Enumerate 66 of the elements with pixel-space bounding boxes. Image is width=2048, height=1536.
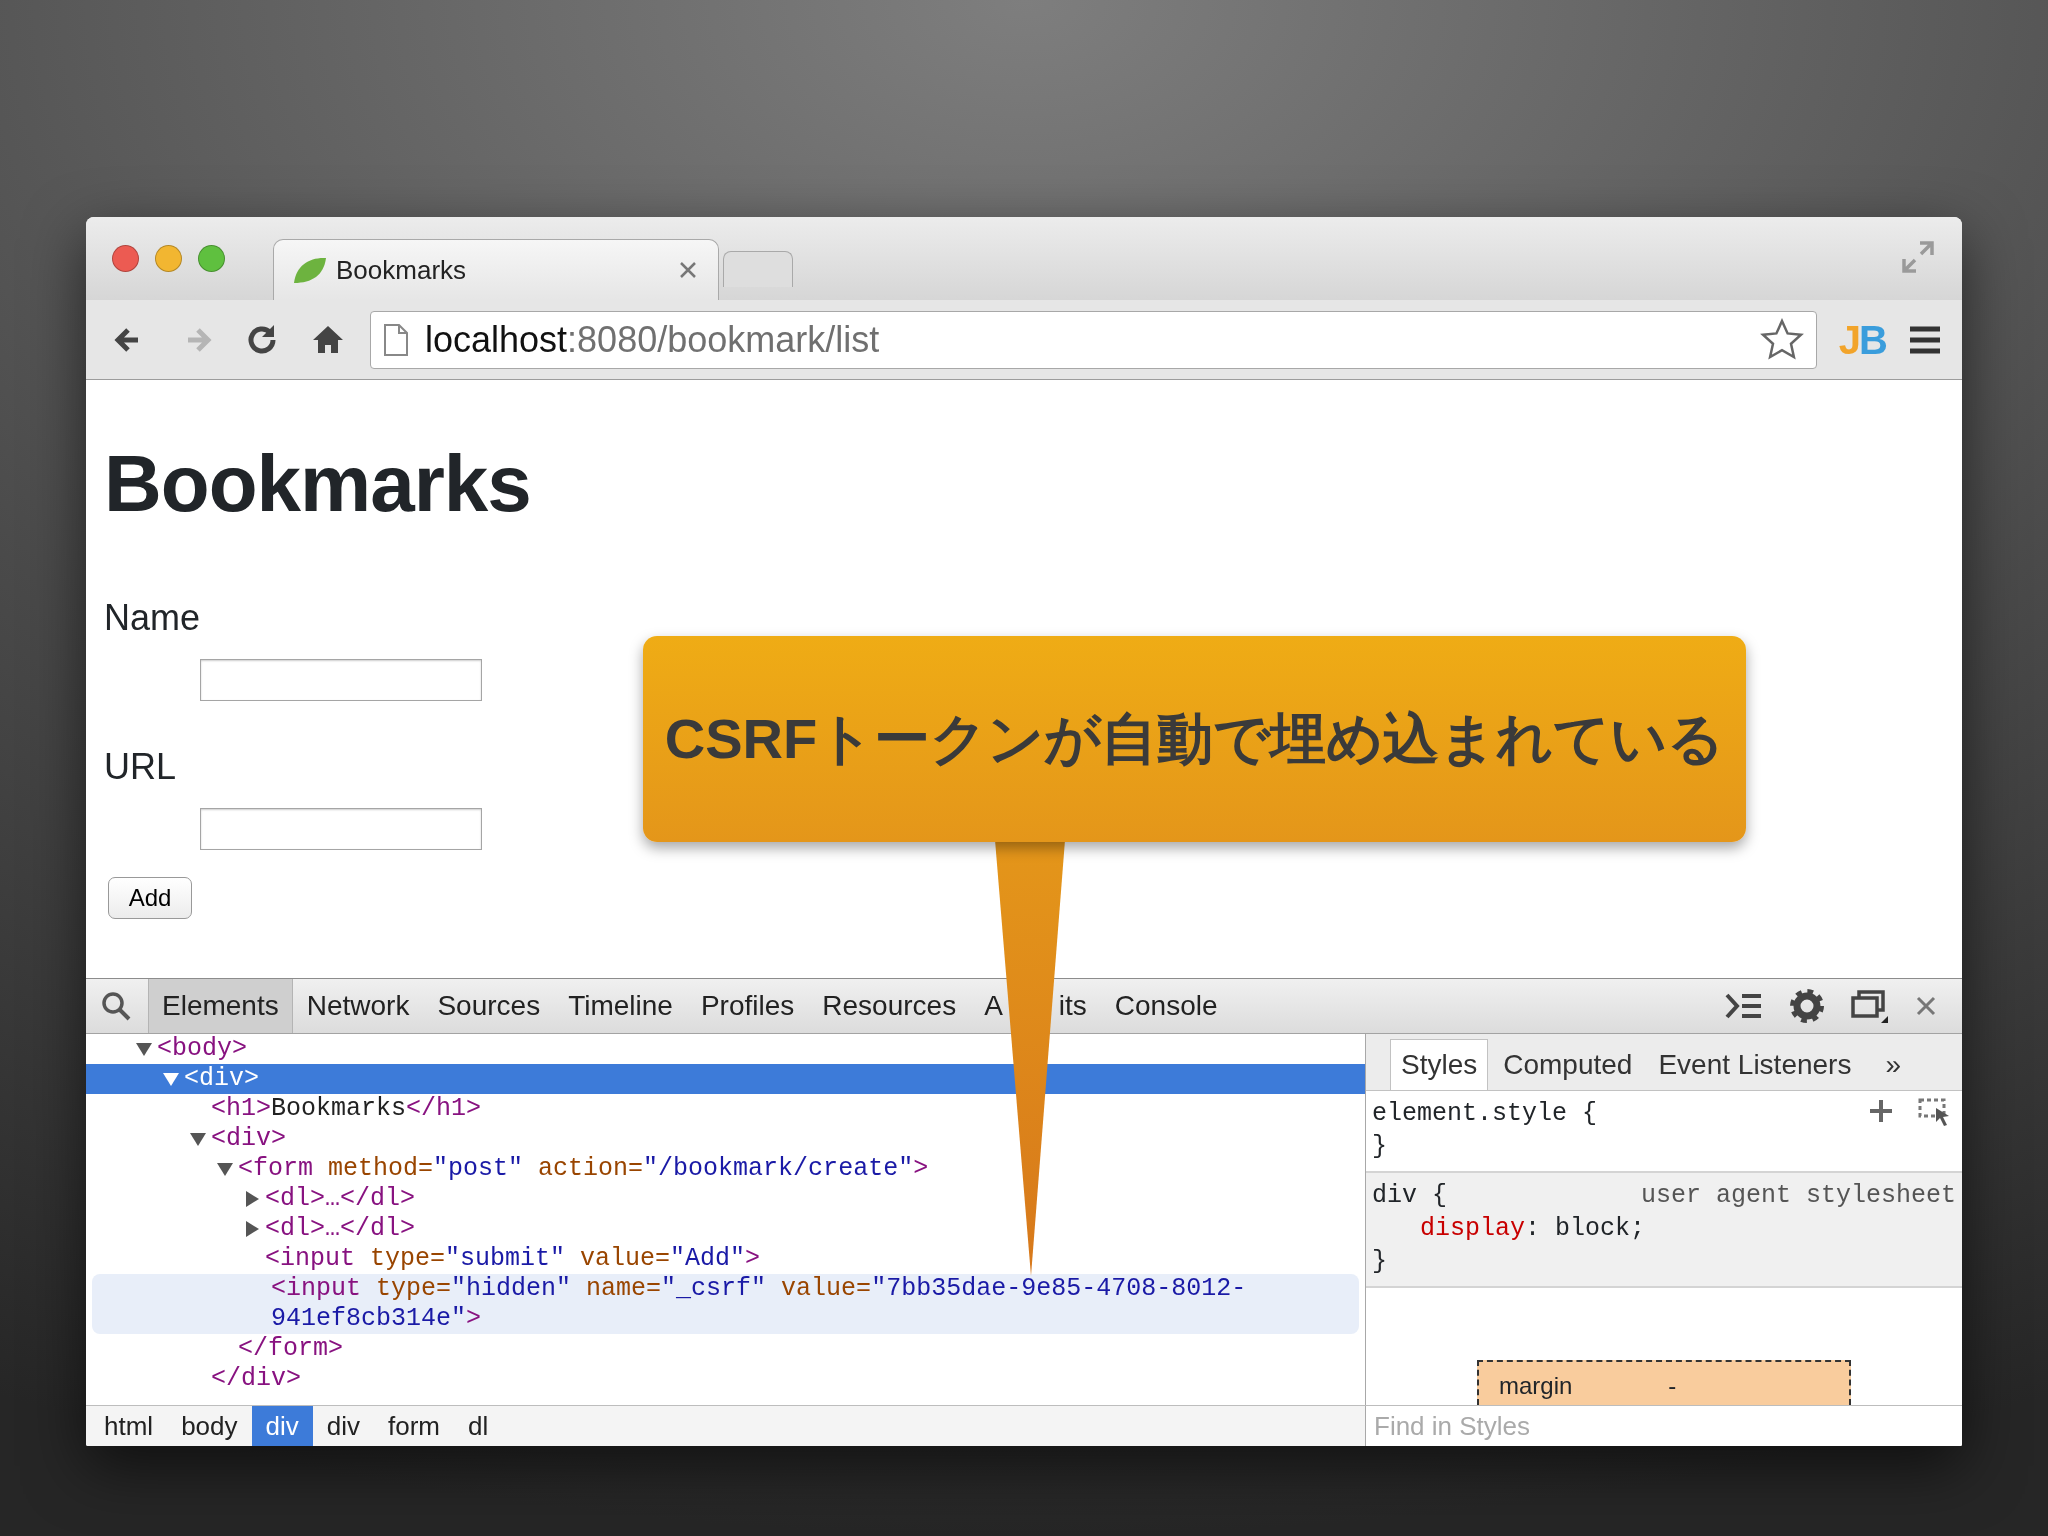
code-line: <div>: [184, 1064, 260, 1094]
field-label: URL: [104, 745, 177, 789]
console-drawer-icon[interactable]: [1724, 991, 1764, 1021]
leaf-icon: [292, 255, 328, 285]
close-icon[interactable]: [678, 260, 698, 280]
breadcrumb[interactable]: div: [251, 1406, 313, 1446]
rule-selector: div {: [1372, 1180, 1447, 1212]
code-line: <input type="hidden" name="_csrf" value="7bb35dae-9e85-4708-8012-941ef8cb314e">: [271, 1274, 1248, 1334]
input-field[interactable]: [200, 808, 482, 850]
dock-icon[interactable]: [1850, 988, 1890, 1024]
devtools-tab[interactable]: A its: [970, 979, 1101, 1033]
code-line: <h1>Bookmarks</h1>: [211, 1094, 483, 1124]
collapsed-triangle-icon[interactable]: [245, 1191, 259, 1207]
breadcrumb[interactable]: form: [374, 1406, 454, 1446]
zoom-window-button[interactable]: [198, 245, 225, 272]
code-line: </div>: [211, 1364, 302, 1394]
code-line: <form method="post" action="/bookmark/create">: [238, 1154, 930, 1184]
settings-icon[interactable]: [1788, 987, 1826, 1025]
code-line: <div>: [211, 1124, 287, 1154]
style-declaration: display: block;: [1419, 1213, 1647, 1245]
expanded-triangle-icon[interactable]: [217, 1162, 233, 1176]
find-in-styles-field[interactable]: Find in Styles: [1365, 1406, 1962, 1446]
breadcrumb[interactable]: body: [167, 1406, 252, 1446]
star-icon[interactable]: [1759, 317, 1804, 362]
callout: CSRFトークンが自動で埋め込まれている: [643, 636, 1746, 842]
margin-label: margin: [1499, 1371, 1573, 1401]
breadcrumb[interactable]: div: [312, 1406, 374, 1446]
devtools-tab[interactable]: Network: [292, 979, 424, 1033]
more-tabs-button[interactable]: »: [1874, 1039, 1912, 1090]
devtools-tab[interactable]: Timeline: [554, 979, 687, 1033]
code-line: <body>: [157, 1034, 248, 1064]
sidebar-tab[interactable]: Styles: [1390, 1039, 1489, 1090]
sidebar-tab[interactable]: Computed: [1492, 1039, 1644, 1090]
url-text: localhost:8080/bookmark/list: [425, 317, 881, 362]
code-line: </form>: [238, 1334, 345, 1364]
code-line: <input type="submit" value="Add">: [265, 1244, 762, 1274]
devtools-tab[interactable]: Console: [1100, 979, 1232, 1033]
devtools-tab[interactable]: Elements: [148, 979, 293, 1033]
menu-icon[interactable]: [1908, 324, 1942, 355]
rule-source: user agent stylesheet: [1640, 1180, 1956, 1212]
field-label: Name: [104, 596, 201, 640]
plus-icon[interactable]: [1868, 1097, 1894, 1124]
tab-title: Bookmarks: [336, 253, 468, 287]
close-window-button[interactable]: [112, 245, 139, 272]
breadcrumb[interactable]: dl: [454, 1406, 503, 1446]
rule-closing-brace: }: [1372, 1246, 1388, 1278]
breadcrumb[interactable]: html: [90, 1406, 168, 1446]
page-heading: Bookmarks: [104, 438, 532, 530]
devtools-tab[interactable]: Sources: [423, 979, 555, 1033]
search-icon[interactable]: [100, 990, 132, 1022]
expanded-triangle-icon[interactable]: [190, 1132, 206, 1146]
code-line: <dl>…</dl>: [265, 1184, 417, 1214]
margin-value: -: [1668, 1371, 1677, 1401]
devtools-tab[interactable]: Profiles: [686, 979, 809, 1033]
code-line: <dl>…</dl>: [265, 1214, 417, 1244]
page-icon: [383, 322, 409, 357]
collapsed-triangle-icon[interactable]: [245, 1221, 259, 1237]
sidebar-tab[interactable]: Event Listeners: [1647, 1039, 1863, 1090]
browser-tab[interactable]: Bookmarks: [273, 239, 719, 300]
devtools-tab[interactable]: Resources: [808, 979, 971, 1033]
input-field[interactable]: [200, 659, 482, 701]
rule-selector: element.style {: [1372, 1098, 1598, 1130]
rule-closing-brace: }: [1372, 1131, 1388, 1163]
address-bar[interactable]: localhost:8080/bookmark/list: [370, 310, 1817, 369]
close-icon[interactable]: [1914, 994, 1938, 1018]
add-button[interactable]: Add: [108, 877, 192, 919]
